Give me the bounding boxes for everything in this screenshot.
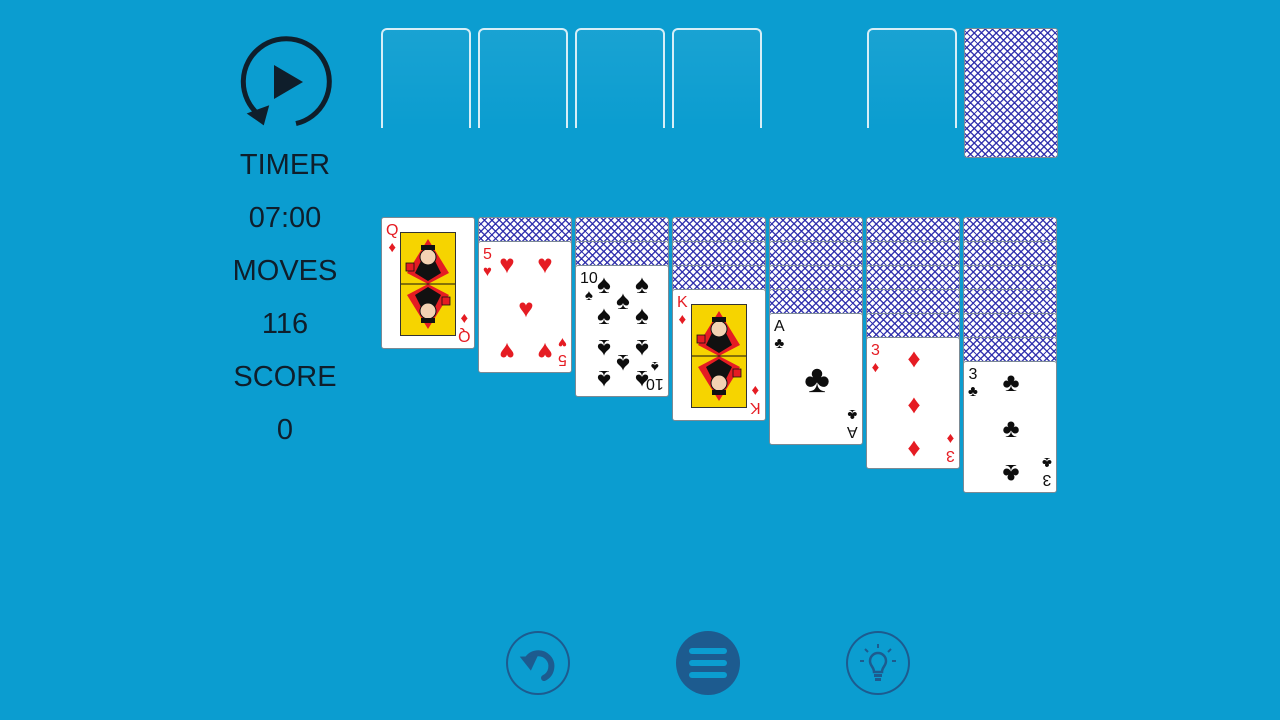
foundation-slot-3[interactable] bbox=[575, 28, 665, 128]
card-suit-icon: ♦ bbox=[388, 239, 397, 256]
suit-pip-icon: ♠ bbox=[616, 285, 630, 315]
suit-pip-icon: ♠ bbox=[597, 334, 611, 364]
suit-pip-icon: ♠ bbox=[635, 300, 649, 330]
restart-button[interactable] bbox=[238, 35, 332, 129]
foundation-slot-2[interactable] bbox=[478, 28, 568, 128]
card-suit-icon: ♣ bbox=[847, 406, 858, 423]
suit-pip-icon: ♣ bbox=[1002, 459, 1020, 489]
score-value: 0 bbox=[276, 414, 294, 446]
waste-pile[interactable] bbox=[867, 28, 957, 128]
card-corner-index: 10 ♠ bbox=[580, 270, 598, 304]
suit-pip-icon: ♠ bbox=[635, 269, 649, 299]
card-k-of-diamonds[interactable]: K ♦ K ♦ bbox=[672, 289, 766, 421]
undo-icon bbox=[506, 631, 570, 695]
card-corner-index: Q ♦ bbox=[386, 222, 398, 256]
suit-pip-icon: ♥ bbox=[537, 249, 553, 279]
suit-pip-icon: ♠ bbox=[597, 365, 611, 395]
card-rank: A bbox=[847, 423, 858, 440]
lightbulb-hint-icon bbox=[846, 631, 910, 695]
card-corner-index: 3 ♦ bbox=[871, 342, 880, 376]
score-label: SCORE bbox=[233, 361, 337, 393]
card-corner-index: A ♣ bbox=[847, 406, 858, 440]
card-suit-icon: ♣ bbox=[774, 335, 785, 352]
card-rank: 10 bbox=[580, 270, 598, 287]
card-a-of-clubs[interactable]: A ♣ A ♣ ♣ bbox=[769, 313, 863, 445]
suit-pip-icon: ♠ bbox=[597, 300, 611, 330]
card-rank: Q bbox=[386, 222, 399, 239]
restart-play-icon bbox=[240, 36, 332, 127]
card-rank: K bbox=[677, 294, 688, 311]
stock-pile[interactable] bbox=[964, 28, 1058, 158]
card-suit-icon: ♣ bbox=[968, 383, 978, 400]
card-suit-icon: ♦ bbox=[459, 310, 468, 327]
card-corner-index: 3 ♦ bbox=[946, 430, 955, 464]
card-corner-index: 5 ♥ bbox=[483, 246, 492, 280]
card-suit-icon: ♦ bbox=[751, 382, 760, 399]
hint-button[interactable] bbox=[845, 630, 911, 696]
card-suit-icon: ♠ bbox=[584, 287, 593, 304]
suit-pip-icon: ♥ bbox=[518, 293, 534, 323]
card-rank: 5 bbox=[558, 351, 567, 368]
card-corner-index: K ♦ bbox=[677, 294, 688, 328]
card-3-of-diamonds[interactable]: 3 ♦ 3 ♦ ♦ ♦ ♦ bbox=[866, 337, 960, 469]
suit-pip-icon: ♠ bbox=[635, 365, 649, 395]
suit-pip-icon: ♣ bbox=[804, 358, 830, 401]
card-corner-index: A ♣ bbox=[774, 318, 785, 352]
card-rank: 3 bbox=[968, 366, 978, 383]
menu-button[interactable] bbox=[675, 630, 741, 696]
card-rank: A bbox=[774, 318, 785, 335]
card-5-of-hearts[interactable]: 5 ♥ 5 ♥ ♥ ♥ ♥ ♥ ♥ bbox=[478, 241, 572, 373]
foundation-slot-4[interactable] bbox=[672, 28, 762, 128]
card-corner-index: K ♦ bbox=[750, 382, 761, 416]
card-rank: 3 bbox=[871, 342, 880, 359]
suit-pip-icon: ♣ bbox=[1002, 413, 1020, 443]
suit-pip-icon: ♦ bbox=[907, 435, 921, 465]
suit-pip-icon: ♥ bbox=[499, 337, 515, 367]
card-suit-icon: ♣ bbox=[1042, 454, 1052, 471]
card-10-of-spades[interactable]: 10 ♠ 10 ♠ ♠ ♠ ♠ ♠ ♠ ♠ ♠ ♠ ♠ ♠ bbox=[575, 265, 669, 397]
undo-button[interactable] bbox=[505, 630, 571, 696]
card-suit-icon: ♥ bbox=[483, 263, 492, 280]
timer-label: TIMER bbox=[239, 149, 331, 181]
card-suit-icon: ♦ bbox=[946, 430, 955, 447]
card-corner-index: 3 ♣ bbox=[1042, 454, 1052, 488]
suit-pip-icon: ♠ bbox=[616, 349, 630, 379]
card-corner-index: Q ♦ bbox=[458, 310, 470, 344]
card-corner-index: 5 ♥ bbox=[558, 334, 567, 368]
card-rank: 3 bbox=[1042, 471, 1052, 488]
card-q-of-diamonds[interactable]: Q ♦ Q ♦ bbox=[381, 217, 475, 349]
card-corner-index: 3 ♣ bbox=[968, 366, 978, 400]
card-suit-icon: ♦ bbox=[678, 311, 687, 328]
card-3-of-clubs[interactable]: 3 ♣ 3 ♣ ♣ ♣ ♣ bbox=[963, 361, 1057, 493]
court-figure-image bbox=[691, 304, 747, 408]
card-rank: K bbox=[750, 399, 761, 416]
suit-pip-icon: ♠ bbox=[635, 334, 649, 364]
card-rank: 3 bbox=[946, 447, 955, 464]
suit-pip-icon: ♣ bbox=[1002, 367, 1020, 397]
moves-label: MOVES bbox=[232, 255, 338, 287]
suit-pip-icon: ♦ bbox=[907, 389, 921, 419]
suit-pip-icon: ♠ bbox=[597, 269, 611, 299]
card-rank: Q bbox=[457, 327, 470, 344]
suit-pip-icon: ♥ bbox=[499, 249, 515, 279]
moves-value: 116 bbox=[261, 308, 309, 340]
foundation-slot-1[interactable] bbox=[381, 28, 471, 128]
menu-icon bbox=[676, 631, 740, 695]
suit-pip-icon: ♥ bbox=[537, 337, 553, 367]
suit-pip-icon: ♦ bbox=[907, 343, 921, 373]
card-suit-icon: ♦ bbox=[871, 359, 880, 376]
card-suit-icon: ♥ bbox=[558, 334, 567, 351]
card-rank: 5 bbox=[483, 246, 492, 263]
timer-value: 07:00 bbox=[248, 202, 322, 234]
court-figure-image bbox=[400, 232, 456, 336]
